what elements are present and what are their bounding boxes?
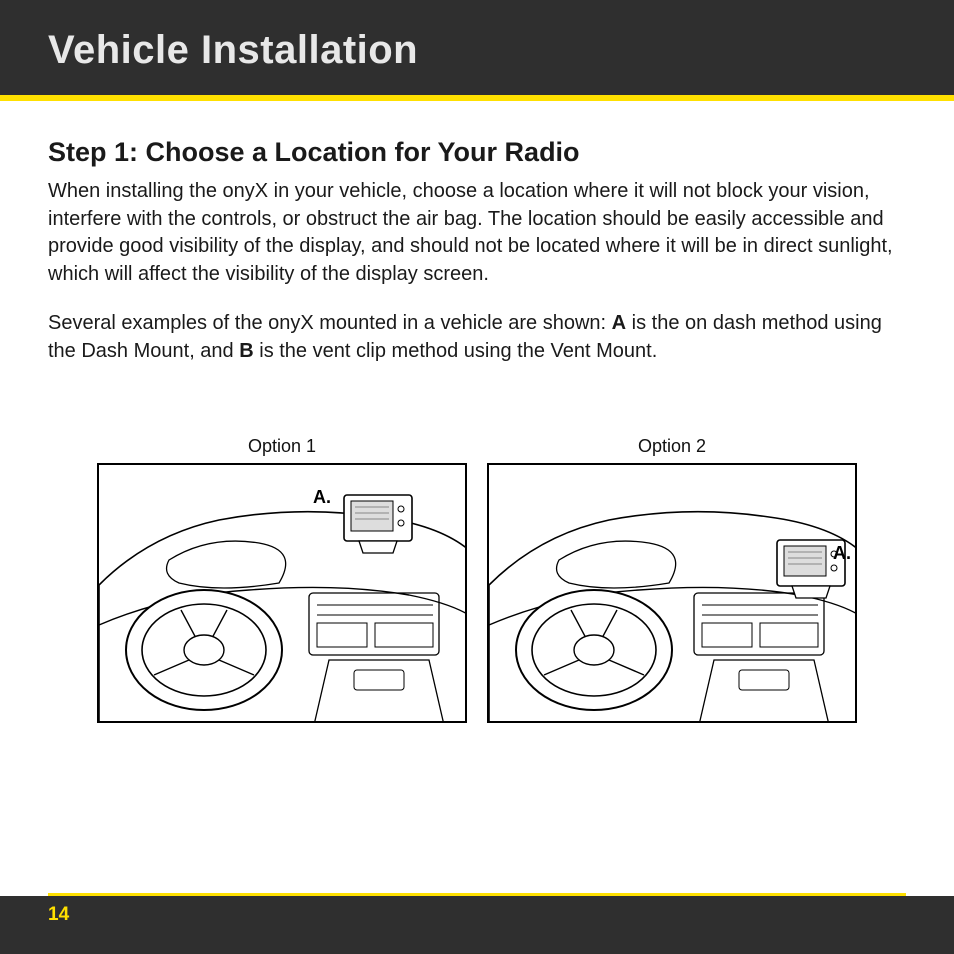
figure-option-2: Option 2	[487, 436, 857, 723]
dashboard-svg-2	[489, 465, 857, 723]
marker-a-text: A	[612, 312, 626, 334]
p2-pre: Several examples of the onyX mounted in …	[48, 312, 612, 334]
figure-2-marker: A.	[833, 543, 851, 564]
figure-1-caption: Option 1	[248, 436, 316, 457]
figure-1-marker: A.	[313, 487, 331, 508]
dashboard-illustration-1: A.	[97, 463, 467, 723]
paragraph-1: When installing the onyX in your vehicle…	[48, 178, 906, 288]
footer-rule	[48, 893, 906, 896]
figure-2-caption: Option 2	[638, 436, 706, 457]
content-area: Step 1: Choose a Location for Your Radio…	[0, 101, 954, 723]
footer-band	[0, 896, 954, 954]
p2-post: is the vent clip method using the Vent M…	[254, 340, 658, 362]
marker-b-text: B	[239, 340, 253, 362]
step-title: Step 1: Choose a Location for Your Radio	[48, 137, 906, 168]
figures-row: Option 1	[48, 436, 906, 723]
dashboard-svg-1	[99, 465, 467, 723]
header-band: Vehicle Installation	[0, 0, 954, 101]
dashboard-illustration-2: A.	[487, 463, 857, 723]
page-number: 14	[48, 904, 69, 926]
paragraph-2: Several examples of the onyX mounted in …	[48, 310, 906, 365]
page-title: Vehicle Installation	[48, 28, 906, 73]
figure-option-1: Option 1	[97, 436, 467, 723]
